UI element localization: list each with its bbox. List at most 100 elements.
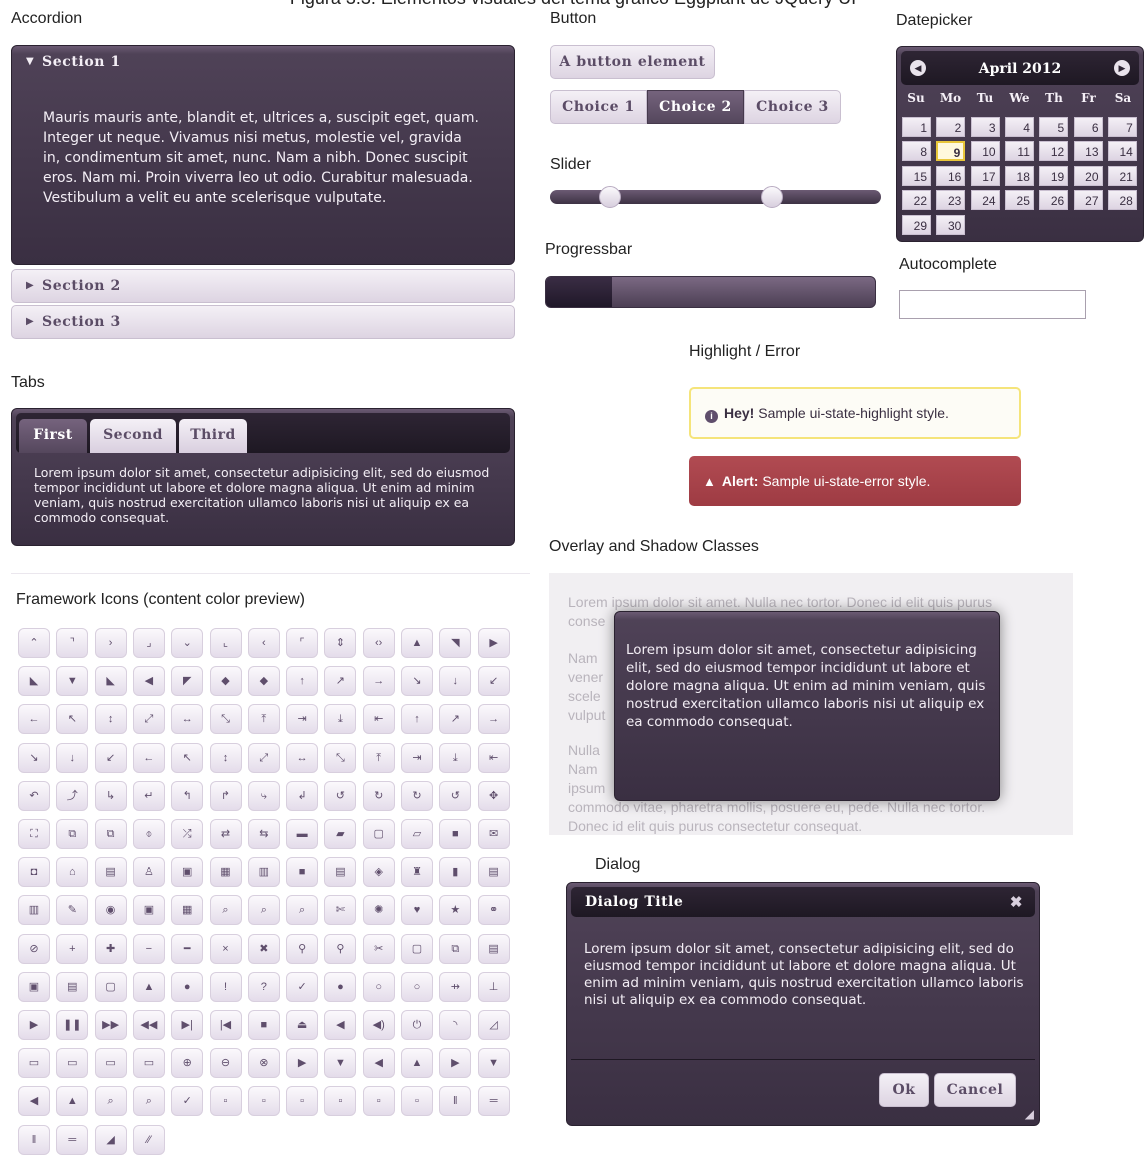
framework-icon: ⌜	[286, 628, 319, 658]
highlight-text: Sample ui-state-highlight style.	[754, 405, 949, 421]
datepicker-day[interactable]: 15	[902, 165, 931, 186]
cancel-button[interactable]: Cancel	[934, 1073, 1016, 1107]
dialog-titlebar[interactable]: Dialog Title ✖	[571, 887, 1035, 917]
datepicker-day[interactable]: 17	[970, 165, 1000, 186]
framework-icon: ‖	[18, 1124, 50, 1155]
framework-icon: ⇄	[209, 819, 242, 849]
framework-icon: ↰	[171, 780, 204, 811]
datepicker-day[interactable]: 7	[1107, 117, 1137, 137]
highlight-title: Highlight / Error	[689, 343, 801, 360]
resize-handle-icon[interactable]: ◢	[1025, 1107, 1034, 1121]
framework-icon: ⤡	[209, 704, 242, 735]
datepicker-day[interactable]: 27	[1073, 190, 1103, 211]
framework-icon: ⇤	[477, 742, 510, 773]
framework-icon: ⤒	[362, 742, 395, 773]
framework-icon: ♜	[401, 857, 433, 888]
framework-icon: ◀◀	[132, 1010, 165, 1040]
slider-handle-start[interactable]	[598, 186, 621, 208]
ok-button[interactable]: Ok	[879, 1073, 929, 1107]
accordion-header-section-3[interactable]: ▶ Section 3	[11, 305, 515, 339]
framework-icon: ▢	[94, 971, 127, 1002]
framework-icon: ‹›	[362, 628, 395, 658]
progressbar	[545, 276, 876, 308]
datepicker-day[interactable]: 18	[1004, 165, 1034, 186]
framework-icon: ⤷	[247, 780, 280, 811]
autocomplete-input[interactable]	[899, 290, 1086, 319]
framework-icon: →	[362, 666, 395, 697]
datepicker-day[interactable]: 10	[970, 141, 1000, 162]
tab-second[interactable]: Second	[90, 419, 176, 453]
datepicker-day[interactable]: 21	[1107, 165, 1137, 186]
framework-icon: ⌕	[209, 895, 242, 926]
datepicker-day[interactable]: 23	[936, 190, 966, 211]
slider-title: Slider	[550, 156, 591, 173]
framework-icon: ▤	[56, 971, 89, 1002]
datepicker-header: ◀ April 2012 ▶	[901, 51, 1139, 85]
framework-icon: ›	[94, 628, 127, 658]
datepicker-day[interactable]: 5	[1039, 117, 1069, 137]
alert-icon: ▲	[703, 474, 716, 489]
datepicker-day[interactable]: 11	[1004, 141, 1034, 162]
framework-icon: ▤	[324, 857, 357, 888]
accordion-header-section-1[interactable]: ▼ Section 1	[12, 46, 516, 80]
datepicker-day[interactable]: 4	[1004, 117, 1034, 137]
datepicker-day[interactable]: 22	[902, 190, 931, 211]
framework-icon: ⌞	[209, 628, 242, 658]
framework-icon: ◥	[439, 628, 472, 658]
accordion-title: Accordion	[11, 10, 83, 27]
datepicker-day[interactable]: 26	[1039, 190, 1069, 211]
framework-icon: ↑	[401, 704, 433, 735]
choice-1-button[interactable]: Choice 1	[550, 90, 647, 124]
framework-icon: ✺	[362, 895, 395, 926]
prev-month-icon[interactable]: ◀	[910, 60, 926, 76]
icons-title: Framework Icons (content color preview)	[16, 591, 305, 608]
framework-icon: ↵	[132, 780, 165, 811]
datepicker-day[interactable]: 25	[1004, 190, 1034, 211]
next-month-icon[interactable]: ▶	[1114, 60, 1130, 76]
overlay-title: Overlay and Shadow Classes	[549, 538, 759, 555]
datepicker-day[interactable]: 3	[970, 117, 1000, 137]
tab-first[interactable]: First	[19, 419, 87, 453]
datepicker-day[interactable]: 16	[936, 165, 966, 186]
datepicker-day[interactable]: 2	[936, 117, 966, 137]
framework-icon: ▶	[477, 628, 510, 658]
framework-icon: ⏻	[401, 1010, 433, 1040]
weekday-label: Mo	[939, 91, 962, 105]
framework-icon: ⌃	[18, 628, 50, 658]
datepicker-day[interactable]: 30	[936, 214, 966, 235]
weekday-label: Tu	[976, 91, 994, 105]
button-title: Button	[550, 10, 597, 27]
framework-icon: ◀	[362, 1048, 395, 1079]
datepicker-day[interactable]: 24	[970, 190, 1000, 211]
framework-icon: ═	[56, 1124, 89, 1155]
datepicker-day[interactable]: 12	[1039, 141, 1069, 162]
datepicker-day[interactable]: 8	[902, 141, 931, 162]
framework-icon: ■	[286, 857, 319, 888]
datepicker-day[interactable]: 19	[1039, 165, 1069, 186]
close-icon[interactable]: ✖	[1010, 887, 1023, 917]
datepicker-day[interactable]: 14	[1107, 141, 1137, 162]
datepicker-day[interactable]: 1	[902, 117, 931, 137]
framework-icon: ❚❚	[56, 1010, 89, 1040]
datepicker-day[interactable]: 6	[1073, 117, 1103, 137]
choice-3-button[interactable]: Choice 3	[744, 90, 841, 124]
datepicker-day[interactable]: 13	[1073, 141, 1103, 162]
framework-icon: ↙	[94, 742, 127, 773]
datepicker-day-today[interactable]: 9	[936, 141, 966, 162]
framework-icon: ▼	[477, 1048, 510, 1079]
framework-icon: ▲	[56, 1086, 89, 1117]
framework-icon: ⚭	[477, 895, 510, 926]
datepicker-day[interactable]: 29	[902, 214, 931, 235]
accordion-header-section-2[interactable]: ▶ Section 2	[11, 269, 515, 303]
slider-handle-end[interactable]	[760, 186, 783, 208]
divider	[11, 573, 530, 574]
framework-icon: ↳	[94, 780, 127, 811]
framework-icon: ▤	[477, 857, 510, 888]
error-message: ▲ Alert: Sample ui-state-error style.	[689, 456, 1021, 506]
choice-2-button[interactable]: Choice 2	[647, 90, 744, 124]
tab-third[interactable]: Third	[179, 419, 247, 453]
datepicker-day[interactable]: 20	[1073, 165, 1103, 186]
button-element[interactable]: A button element	[550, 45, 715, 79]
framework-icon: ▶	[286, 1048, 319, 1079]
datepicker-day[interactable]: 28	[1107, 190, 1137, 211]
